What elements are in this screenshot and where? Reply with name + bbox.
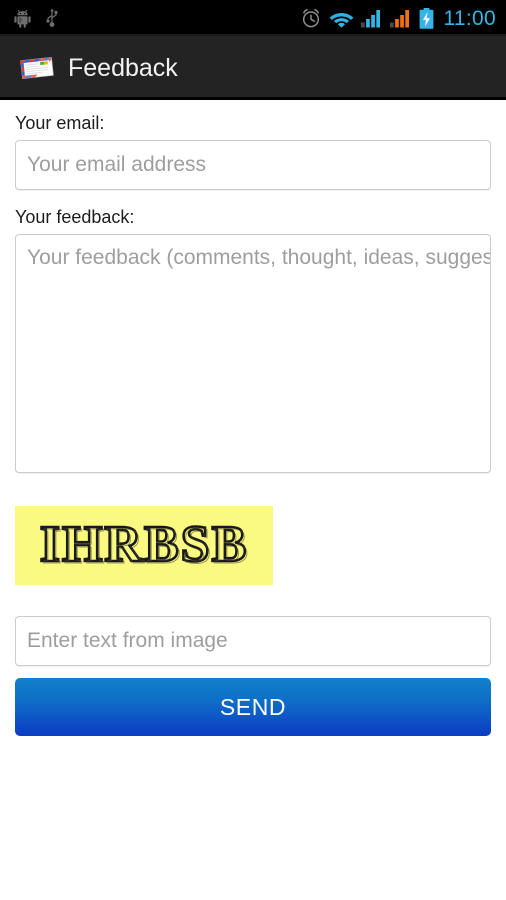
android-robot-icon bbox=[14, 9, 31, 28]
feedback-label: Your feedback: bbox=[15, 207, 135, 227]
send-button[interactable]: SEND bbox=[15, 678, 491, 736]
email-input[interactable] bbox=[15, 140, 491, 190]
captcha-input[interactable] bbox=[15, 616, 491, 666]
wifi-icon bbox=[329, 9, 354, 28]
signal-bars-orange-icon bbox=[389, 9, 412, 28]
captcha-block: IHRBSB IHRBSB bbox=[15, 506, 491, 585]
feedback-textarea[interactable] bbox=[15, 234, 491, 473]
status-bar-left-icons bbox=[14, 8, 59, 28]
signal-bars-blue-icon bbox=[360, 9, 383, 28]
captcha-image[interactable]: IHRBSB IHRBSB bbox=[15, 506, 273, 585]
mail-envelope-icon bbox=[20, 55, 54, 81]
battery-charging-icon bbox=[419, 7, 434, 29]
action-bar: Feedback bbox=[0, 36, 506, 100]
captcha-text-glyphs: IHRBSB IHRBSB bbox=[38, 515, 251, 576]
status-bar-clock: 11:00 bbox=[443, 6, 496, 30]
email-label: Your email: bbox=[15, 113, 105, 133]
status-bar[interactable]: 11:00 bbox=[0, 0, 506, 36]
captcha-text-shadow: IHRBSB bbox=[42, 518, 251, 575]
usb-icon bbox=[45, 8, 59, 28]
alarm-clock-icon bbox=[300, 7, 322, 29]
feedback-form: Your email: Your feedback: IHRBSB IHRBSB… bbox=[0, 100, 506, 736]
status-bar-right-icons: 11:00 bbox=[300, 7, 497, 29]
page-title: Feedback bbox=[68, 53, 178, 82]
